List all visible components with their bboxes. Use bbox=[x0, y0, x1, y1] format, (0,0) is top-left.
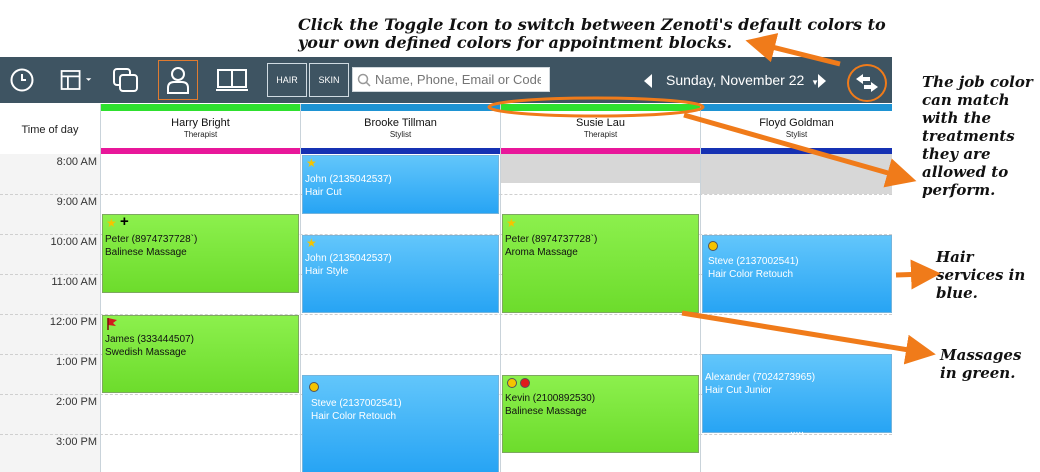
search-box bbox=[352, 67, 550, 92]
status-dot-icon bbox=[708, 241, 718, 251]
appointment-client: Peter (8974737728`) bbox=[105, 234, 198, 245]
time-label: 9:00 AM bbox=[56, 196, 97, 208]
column-divider bbox=[100, 104, 101, 472]
staff-name: Floyd Goldman bbox=[759, 117, 834, 129]
column-header-harry[interactable]: Harry Bright Therapist bbox=[100, 111, 300, 148]
star-icon: ★ bbox=[306, 236, 317, 250]
appointment-service: Hair Color Retouch bbox=[311, 411, 397, 422]
search-icon bbox=[357, 73, 371, 87]
staff-role: Stylist bbox=[389, 130, 412, 139]
appointment-block[interactable]: ★ John (2135042537) Hair Cut bbox=[302, 155, 499, 214]
appointment-block[interactable]: Alexander (7024273965) Hair Cut Junior bbox=[702, 354, 892, 433]
column-divider bbox=[700, 104, 701, 472]
annotation-hair-blue: Hair services in blue. bbox=[936, 248, 1026, 302]
multi-window-icon[interactable] bbox=[108, 62, 144, 98]
time-label: 10:00 AM bbox=[50, 236, 97, 248]
appointment-block[interactable]: ★ + Peter (8974737728`) Balinese Massage bbox=[102, 214, 299, 293]
unavailable-block bbox=[701, 154, 892, 194]
time-of-day-header: Time of day bbox=[21, 124, 79, 136]
annotation-massage-green: Massages in green. bbox=[940, 346, 1022, 382]
staff-name: Harry Bright bbox=[171, 117, 230, 129]
appointment-block[interactable]: Steve (2137002541) Hair Color Retouch bbox=[702, 235, 892, 313]
appointment-client: Steve (2137002541) bbox=[311, 398, 402, 409]
appointment-client: Kevin (2100892530) bbox=[505, 393, 596, 404]
appointment-client: James (333444507) bbox=[105, 334, 194, 345]
time-label: 2:00 PM bbox=[56, 396, 97, 408]
column-header-brooke[interactable]: Brooke Tillman Stylist bbox=[300, 111, 500, 148]
layout-icon[interactable] bbox=[58, 62, 94, 98]
appointment-service: Swedish Massage bbox=[105, 347, 187, 358]
search-input[interactable] bbox=[371, 72, 541, 87]
appointment-client: Alexander (7024273965) bbox=[705, 372, 816, 383]
appointment-client: Peter (8974737728`) bbox=[505, 234, 598, 245]
annotation-job-color: The job color can match with the treatme… bbox=[922, 73, 1033, 199]
appointment-block[interactable]: ★ Peter (8974737728`) Aroma Massage bbox=[502, 214, 699, 313]
staff-role: Stylist bbox=[785, 130, 808, 139]
status-dot-icon bbox=[520, 378, 530, 388]
time-label: 8:00 AM bbox=[56, 156, 97, 168]
column-top-bar bbox=[100, 104, 300, 111]
time-label: 3:00 PM bbox=[56, 436, 97, 448]
date-selector[interactable]: Sunday, November 22 ▼ bbox=[666, 72, 819, 88]
appointment-client: John (2135042537) bbox=[305, 174, 392, 185]
plus-icon: + bbox=[120, 213, 129, 230]
appointment-block[interactable]: ★ John (2135042537) Hair Style bbox=[302, 235, 499, 313]
appointment-service: Hair Cut bbox=[305, 187, 342, 198]
color-toggle-button[interactable] bbox=[847, 64, 887, 102]
job-color-bar bbox=[100, 148, 300, 154]
staff-role: Therapist bbox=[583, 130, 618, 139]
column-header-susie[interactable]: Susie Lau Therapist bbox=[500, 111, 700, 148]
unavailable-block bbox=[501, 154, 700, 183]
staff-name: Susie Lau bbox=[576, 117, 625, 129]
annotation-arrow bbox=[895, 259, 941, 290]
appointment-service: Hair Color Retouch bbox=[708, 269, 794, 280]
appointment-block[interactable]: Steve (2137002541) Hair Color Retouch bbox=[302, 375, 499, 472]
column-divider bbox=[500, 104, 501, 472]
toolbar: HAIR SKIN Sunday, November 22 ▼ bbox=[0, 57, 892, 103]
appointment-service: Hair Style bbox=[305, 266, 349, 277]
appointment-service: Balinese Massage bbox=[505, 406, 587, 417]
appointment-client: Steve (2137002541) bbox=[708, 256, 799, 267]
hair-filter-button[interactable]: HAIR bbox=[267, 63, 307, 97]
annotation-arrow bbox=[681, 310, 936, 365]
star-icon: ★ bbox=[506, 216, 517, 230]
column-top-bar bbox=[500, 104, 700, 111]
star-icon: ★ bbox=[106, 216, 117, 230]
book-icon[interactable] bbox=[214, 62, 250, 98]
skin-filter-button[interactable]: SKIN bbox=[309, 63, 349, 97]
time-label: 12:00 PM bbox=[49, 316, 97, 328]
status-dot-icon bbox=[309, 382, 319, 392]
appointment-block[interactable]: James (333444507) Swedish Massage bbox=[102, 315, 299, 393]
annotation-toggle: Click the Toggle Icon to switch between … bbox=[298, 15, 886, 52]
next-day-icon[interactable] bbox=[810, 69, 834, 93]
swap-arrows-icon bbox=[854, 73, 880, 93]
person-icon[interactable] bbox=[158, 60, 198, 100]
prev-day-icon[interactable] bbox=[636, 69, 660, 93]
appointment-service: Hair Cut Junior bbox=[705, 385, 772, 396]
date-label: Sunday, November 22 bbox=[666, 72, 805, 88]
appointment-service: Aroma Massage bbox=[505, 247, 578, 258]
time-label: 1:00 PM bbox=[56, 356, 97, 368]
clock-icon[interactable] bbox=[4, 62, 40, 98]
staff-name: Brooke Tillman bbox=[364, 117, 437, 129]
appointment-block[interactable]: Kevin (2100892530) Balinese Massage bbox=[502, 375, 699, 453]
more-indicator[interactable]: ..... bbox=[790, 425, 804, 436]
star-icon: ★ bbox=[306, 156, 317, 170]
job-color-bar bbox=[300, 148, 500, 154]
time-label: 11:00 AM bbox=[51, 276, 97, 288]
column-divider bbox=[300, 104, 301, 472]
appointment-client: John (2135042537) bbox=[305, 253, 392, 264]
status-dot-icon bbox=[507, 378, 517, 388]
appointment-service: Balinese Massage bbox=[105, 247, 187, 258]
staff-role: Therapist bbox=[183, 130, 218, 139]
column-header-floyd[interactable]: Floyd Goldman Stylist bbox=[700, 111, 892, 148]
